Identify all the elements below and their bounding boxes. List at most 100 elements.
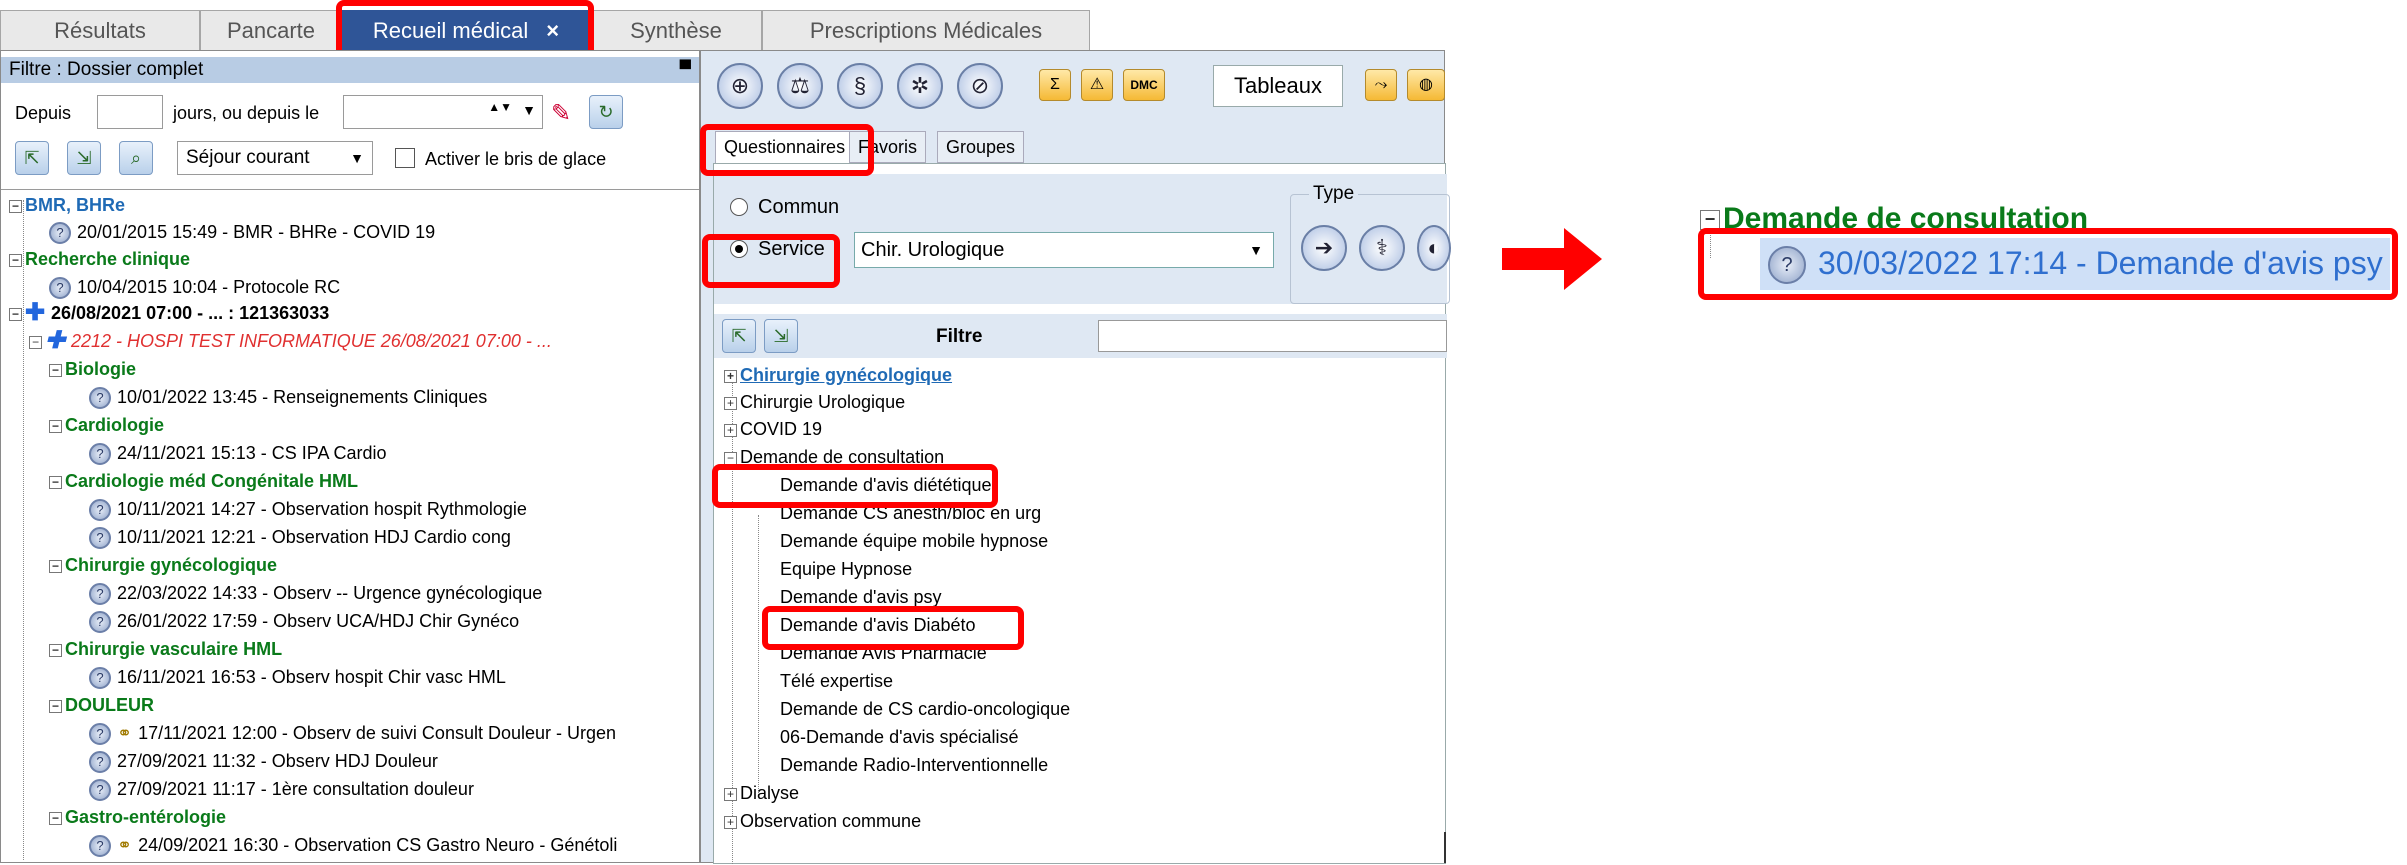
tab-groupes[interactable]: Groupes — [937, 131, 1025, 163]
molecule-icon[interactable]: ✲ — [897, 63, 943, 109]
tree-entry[interactable]: ? 27/09/2021 11:17 - 1ère consultation do… — [89, 778, 474, 802]
refresh-button[interactable]: ↻ — [589, 95, 623, 129]
bris-de-glace-label: Activer le bris de glace — [425, 149, 607, 169]
tree-entry[interactable]: ? 10/04/2015 10:04 - Protocole RC — [49, 276, 340, 300]
collapse-button[interactable]: ⇱ — [15, 141, 49, 175]
filtre-input[interactable] — [1098, 320, 1447, 352]
tree-sejour[interactable]: − ✚ 26/08/2021 07:00 - ... : 121363033 — [9, 299, 329, 327]
form-icon: ? — [89, 751, 111, 774]
tree-item[interactable]: Demande Radio-Interventionnelle — [780, 754, 1048, 776]
spinner-icon[interactable]: ▲▼ — [488, 100, 512, 114]
type-other-icon[interactable]: ◐ — [1417, 225, 1451, 271]
tree-entry[interactable]: ? 10/11/2021 12:21 - Observation HDJ Card… — [89, 526, 511, 550]
form-icon: ? — [49, 277, 71, 300]
sejour-select[interactable]: Séjour courant ▼ — [177, 141, 373, 175]
form-icon: ? — [89, 443, 111, 466]
tree-group-cardiologie[interactable]: − Cardiologie — [49, 414, 164, 436]
tab-resultats[interactable]: Résultats — [0, 10, 200, 50]
highlight-box-service — [702, 234, 840, 288]
type-filter-icon[interactable]: ➔ — [1301, 225, 1347, 271]
tree-group-gastro[interactable]: − Gastro-entérologie — [49, 806, 226, 828]
tree-entry[interactable]: ? 16/11/2021 16:53 - Observ hospit Chir v… — [89, 666, 506, 690]
bandage-icon[interactable]: ⊘ — [957, 63, 1003, 109]
tree-item[interactable]: + Chirurgie Urologique — [724, 391, 905, 413]
filter-title: Filtre : Dossier complet — [9, 59, 204, 80]
tool-globe-icon[interactable]: ◍ — [1407, 69, 1445, 101]
commun-radio[interactable] — [730, 198, 748, 216]
scale-icon[interactable]: ⚖ — [777, 63, 823, 109]
tree-item[interactable]: Equipe Hypnose — [780, 558, 912, 580]
left-panel: Filtre : Dossier complet ▀ Depuis jours,… — [0, 50, 700, 863]
tree-entry[interactable]: ? 20/01/2015 15:49 - BMR - BHRe - COVID 1… — [49, 221, 435, 245]
tree-entry[interactable]: ? 27/09/2021 11:32 - Observ HDJ Douleur — [89, 750, 438, 774]
tree-item[interactable]: Demande équipe mobile hypnose — [780, 530, 1048, 552]
dna-icon[interactable]: § — [837, 63, 883, 109]
chevron-down-icon[interactable]: ▼ — [522, 102, 536, 118]
form-icon: ? — [89, 835, 111, 858]
expand-button[interactable]: ⇲ — [764, 319, 798, 353]
expand-button[interactable]: ⇲ — [67, 141, 101, 175]
tree-entry[interactable]: ? ⚭ 24/09/2021 16:30 - Observation CS Gast… — [89, 834, 617, 858]
sum-icon[interactable]: Σ — [1039, 69, 1071, 101]
highlight-box-questionnaires — [700, 124, 874, 176]
bris-de-glace-checkbox[interactable] — [395, 148, 415, 168]
service-select[interactable]: Chir. Urologique ▼ — [854, 232, 1274, 268]
form-icon: ? — [89, 527, 111, 550]
date-input[interactable]: ▲▼ ▼ — [343, 95, 543, 129]
filter-title-bar: Filtre : Dossier complet ▀ — [1, 57, 699, 83]
tree-group-gyneco[interactable]: − Chirurgie gynécologique — [49, 554, 277, 576]
form-icon: ? — [89, 583, 111, 606]
tree-item[interactable]: + Dialyse — [724, 782, 799, 804]
expand-icon: ⇲ — [773, 326, 789, 346]
tab-synthese[interactable]: Synthèse — [590, 10, 762, 50]
tree-item-demande-avis-psy[interactable]: Demande d'avis psy — [780, 586, 942, 608]
tree-group-bmr[interactable]: − BMR, BHRe — [9, 194, 125, 216]
search-button[interactable]: ⌕ — [119, 141, 153, 175]
highlight-box-demande-consultation — [712, 464, 998, 508]
new-form-icon[interactable]: ⊕ — [717, 63, 763, 109]
tree-hospi[interactable]: − ✚ 2212 - HOSPI TEST INFORMATIQUE 26/08/2… — [29, 329, 552, 353]
tab-prescriptions[interactable]: Prescriptions Médicales — [762, 10, 1090, 50]
tree-group-biologie[interactable]: − Biologie — [49, 358, 136, 380]
depuis-label: Depuis — [15, 103, 72, 123]
tree-entry[interactable]: ? ⚭ 17/11/2021 12:00 - Observ de suivi Con… — [89, 722, 616, 746]
caduceus-icon[interactable]: ⚕ — [1359, 225, 1405, 271]
hospital-cross-icon: ✚ — [25, 299, 46, 327]
tree-group-douleur[interactable]: − DOULEUR — [49, 694, 154, 716]
form-icon: ? — [89, 387, 111, 410]
eraser-icon[interactable]: ✎ — [551, 99, 571, 128]
type-box: Type ➔ ⚕ ◐ — [1290, 183, 1451, 304]
tree-group-vasculaire[interactable]: − Chirurgie vasculaire HML — [49, 638, 282, 660]
tree-entry[interactable]: ? 10/01/2022 13:45 - Renseignements Clini… — [89, 386, 487, 410]
tree-line — [758, 515, 759, 795]
dmc-button[interactable]: DMC — [1123, 69, 1165, 101]
chevron-down-icon: ▼ — [350, 150, 364, 166]
type-label: Type — [1309, 183, 1359, 205]
tree-entry[interactable]: ? 10/11/2021 14:27 - Observation hospit R… — [89, 498, 527, 522]
tab-label: Prescriptions Médicales — [809, 17, 1043, 43]
tree-item[interactable]: + Chirurgie gynécologique — [724, 364, 952, 386]
tree-item[interactable]: Télé expertise — [780, 670, 893, 692]
tree-item[interactable]: 06-Demande d'avis spécialisé — [780, 726, 1019, 748]
tree-item[interactable]: + Observation commune — [724, 810, 921, 832]
refresh-icon: ↻ — [598, 102, 614, 122]
tree-group-recherche[interactable]: − Recherche clinique — [9, 248, 190, 270]
tab-pancarte[interactable]: Pancarte — [200, 10, 342, 50]
tree-group-cardio-cong[interactable]: − Cardiologie méd Congénitale HML — [49, 470, 358, 492]
collapse-icon: ⇱ — [731, 326, 747, 346]
tree-entry[interactable]: ? 24/11/2021 15:13 - CS IPA Cardio — [89, 442, 387, 466]
pin-icon[interactable]: ▀ — [680, 57, 691, 83]
days-input[interactable] — [97, 95, 163, 129]
tree-item[interactable]: + COVID 19 — [724, 418, 822, 440]
tree-entry[interactable]: ? 26/01/2022 17:59 - Observ UCA/HDJ Chir … — [89, 610, 519, 634]
tableaux-button[interactable]: Tableaux — [1213, 65, 1343, 107]
tree-entry[interactable]: ? 22/03/2022 14:33 - Observ -- Urgence gy… — [89, 582, 542, 606]
tree-item[interactable]: Demande de CS cardio-oncologique — [780, 698, 1070, 720]
collapse-button[interactable]: ⇱ — [722, 319, 756, 353]
warning-icon[interactable]: ⚠ — [1081, 69, 1113, 101]
zoom-inset: − Demande de consultation ? 30/03/2022 17… — [1690, 198, 2406, 308]
tool-arrow-icon[interactable]: ⤳ — [1365, 69, 1397, 101]
form-icon: ? — [49, 222, 71, 245]
link-icon: ⚭ — [117, 723, 133, 743]
form-icon: ? — [89, 499, 111, 522]
